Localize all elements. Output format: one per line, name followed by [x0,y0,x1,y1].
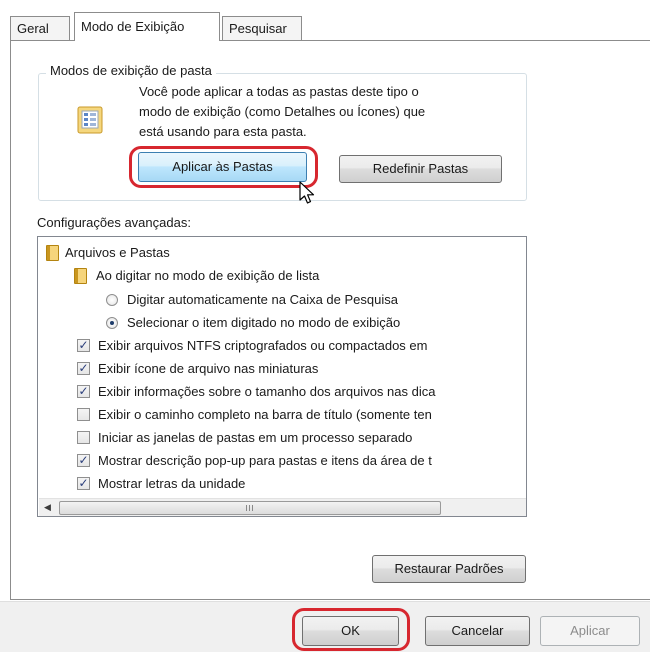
horizontal-scroll-thumb[interactable] [59,501,441,515]
checkbox-checked[interactable]: ✓ [77,454,90,467]
radio-button[interactable] [106,294,118,306]
tab-pesquisar[interactable]: Pesquisar [222,16,302,40]
option-label: Mostrar letras da unidade [98,476,246,491]
tab-label: Pesquisar [229,21,287,36]
option-label: Exibir o caminho completo na barra de tí… [98,407,432,422]
option-label: Exibir arquivos NTFS criptografados ou c… [98,338,428,353]
apply-to-folders-label: Aplicar às Pastas [172,159,273,174]
cancel-label: Cancelar [451,623,504,638]
description-line: está usando para esta pasta. [139,124,307,139]
option-label: Digitar automaticamente na Caixa de Pesq… [127,292,398,307]
apply-label: Aplicar [570,623,610,638]
checkbox-checked[interactable]: ✓ [77,385,90,398]
apply-button[interactable]: Aplicar [540,616,640,646]
checkbox-checked[interactable]: ✓ [77,362,90,375]
description-line: modo de exibição (como Detalhes ou Ícone… [139,104,426,119]
scroll-left-icon[interactable]: ◀ [39,499,56,516]
restore-defaults-label: Restaurar Padrões [394,561,504,576]
advanced-settings-label: Configurações avançadas: [37,215,191,230]
radio-dot [110,321,114,325]
checkbox-checked[interactable]: ✓ [77,477,90,490]
restore-defaults-button[interactable]: Restaurar Padrões [372,555,526,583]
option-label: Mostrar descrição pop-up para pastas e i… [98,453,432,468]
option-label: Selecionar o item digitado no modo de ex… [127,315,401,330]
reset-folders-button[interactable]: Redefinir Pastas [339,155,502,183]
checkbox-unchecked[interactable] [77,431,90,444]
reset-folders-label: Redefinir Pastas [372,161,469,176]
option-label: Iniciar as janelas de pastas em um proce… [98,430,413,445]
option-label: Exibir informações sobre o tamanho dos a… [98,384,436,399]
folder-view-icon [77,106,103,134]
tab-modo-de-exibicao[interactable]: Modo de Exibição [74,12,220,41]
folder-views-description: Você pode aplicar a todas as pastas dest… [139,82,425,142]
cancel-button[interactable]: Cancelar [425,616,530,646]
folder-icon [74,268,87,284]
scroll-right-icon[interactable]: ▶ [524,499,526,516]
radio-button-selected[interactable] [106,317,118,329]
mouse-cursor-icon [298,180,318,206]
option-label: Exibir ícone de arquivo nas miniaturas [98,361,319,376]
tree-item-label: Ao digitar no modo de exibição de lista [96,268,320,283]
folder-views-title: Modos de exibição de pasta [46,63,216,78]
tab-geral[interactable]: Geral [10,16,70,40]
tab-label: Modo de Exibição [81,19,185,34]
advanced-settings-list[interactable]: Arquivos e Pastas Ao digitar no modo de … [37,236,527,517]
ok-label: OK [341,623,360,638]
folder-icon [46,245,59,261]
tab-label: Geral [17,21,49,36]
description-line: Você pode aplicar a todas as pastas dest… [139,84,419,99]
ok-button[interactable]: OK [302,616,399,646]
checkbox-checked[interactable]: ✓ [77,339,90,352]
tree-item-label: Arquivos e Pastas [65,245,170,260]
apply-to-folders-button[interactable]: Aplicar às Pastas [138,152,307,182]
horizontal-scrollbar[interactable]: ◀ ▶ [39,498,526,516]
checkbox-unchecked[interactable] [77,408,90,421]
